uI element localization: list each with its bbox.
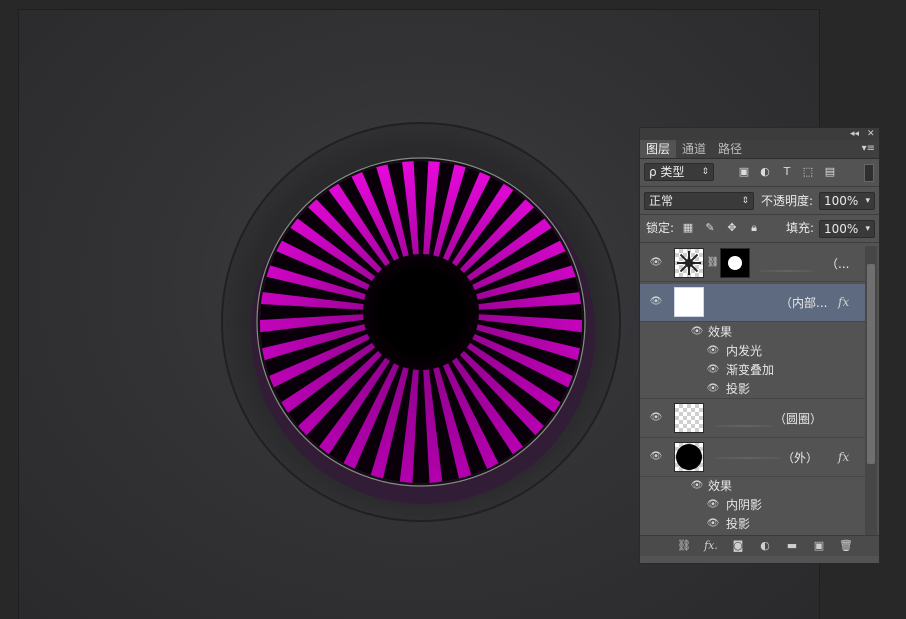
layer-name[interactable]: （圆圈） [774, 411, 822, 427]
double-chevron-left-icon[interactable]: ◂◂ [850, 128, 859, 140]
layer-name[interactable]: （内部... [780, 295, 827, 311]
scrollbar-thumb[interactable] [867, 264, 875, 464]
add-mask-icon[interactable]: ◙ [730, 538, 746, 554]
filter-label: ρ 类型 [649, 165, 685, 179]
link-layers-icon[interactable]: ⛓ [676, 538, 692, 554]
effect-inner-shadow[interactable]: 内阴影 [726, 497, 762, 513]
delete-layer-icon[interactable]: 🗑︎ [838, 538, 854, 554]
visibility-eye-icon[interactable]: 👁︎ [649, 452, 663, 462]
layer-row-outer[interactable]: 👁︎ （外） fx [640, 439, 865, 477]
visibility-eye-icon[interactable]: 👁︎ [649, 297, 663, 307]
layer-name[interactable]: （... [826, 256, 849, 272]
visibility-eye-icon[interactable]: 👁︎ [690, 481, 704, 491]
layer-thumbnail [674, 403, 704, 433]
visibility-eye-icon[interactable]: 👁︎ [706, 346, 720, 356]
layer-thumbnail [674, 442, 704, 472]
document-canvas[interactable]: ◂◂ ✕ 图层 通道 路径 ▾≡ ρ 类型 ⇕ ▣ ◐ T ⬚ ▤ 正常 ⇕ 不… [0, 0, 906, 619]
effect-gradient-overlay[interactable]: 渐变叠加 [726, 362, 774, 378]
fx-icon[interactable]: fx [838, 450, 849, 464]
lock-transparency-icon[interactable]: ▦ [681, 221, 695, 235]
visibility-eye-icon[interactable]: 👁︎ [649, 413, 663, 423]
effects-title: 效果 [708, 479, 733, 493]
updown-arrow-icon: ⇕ [741, 196, 749, 206]
panel-bottom-toolbar: ⛓ fx. ◙ ◐ ▬ ▣ 🗑︎ [640, 535, 879, 556]
layer-row-circle[interactable]: 👁︎ （圆圈） [640, 400, 865, 438]
layer-mask-thumbnail[interactable] [720, 248, 750, 278]
fill-field[interactable]: 100% ▾ [819, 220, 875, 238]
panel-menu-icon[interactable]: ▾≡ [862, 143, 875, 154]
lock-label: 锁定: [646, 221, 675, 235]
link-icon[interactable]: ⛓ [706, 256, 720, 270]
lock-all-icon[interactable]: 🔒︎ [747, 221, 761, 235]
layer-name[interactable]: （外） [782, 450, 818, 466]
new-adjustment-icon[interactable]: ◐ [757, 538, 773, 554]
adjustment-filter-icon[interactable]: ◐ [758, 165, 772, 179]
effect-drop-shadow[interactable]: 投影 [726, 516, 750, 532]
visibility-eye-icon[interactable]: 👁︎ [706, 384, 720, 394]
layer-filter-select[interactable]: ρ 类型 ⇕ [644, 163, 714, 181]
blend-mode-value: 正常 [649, 194, 674, 208]
layer-thumbnail [674, 248, 704, 278]
chevron-down-icon[interactable]: ▾ [865, 193, 870, 209]
fill-label: 填充: [786, 221, 815, 235]
add-style-fx-icon[interactable]: fx. [703, 538, 719, 554]
effect-drop-shadow[interactable]: 投影 [726, 381, 750, 397]
visibility-eye-icon[interactable]: 👁︎ [690, 327, 704, 337]
visibility-eye-icon[interactable]: 👁︎ [706, 365, 720, 375]
close-icon[interactable]: ✕ [867, 128, 875, 140]
updown-arrow-icon: ⇕ [701, 167, 709, 177]
effect-inner-glow[interactable]: 内发光 [726, 343, 762, 359]
visibility-eye-icon[interactable]: 👁︎ [649, 258, 663, 268]
layers-scrollbar[interactable] [865, 246, 877, 536]
opacity-value: 100% [824, 194, 859, 208]
panel-titlebar: ◂◂ ✕ [640, 128, 879, 140]
lock-move-icon[interactable]: ✥ [725, 221, 739, 235]
visibility-eye-icon[interactable]: 👁︎ [706, 519, 720, 529]
opacity-label: 不透明度: [761, 194, 814, 208]
text-filter-icon[interactable]: T [780, 165, 794, 179]
effects-title: 效果 [708, 325, 733, 339]
layer-row-masked[interactable]: 👁︎ ⛓ （... [640, 245, 865, 282]
shape-filter-icon[interactable]: ⬚ [801, 165, 815, 179]
lock-brush-icon[interactable]: ✎ [703, 221, 717, 235]
new-group-icon[interactable]: ▬ [784, 538, 800, 554]
visibility-eye-icon[interactable]: 👁︎ [706, 500, 720, 510]
layer-row-inner[interactable]: 👁︎ （内部... fx [640, 284, 865, 322]
filter-toggle-icon[interactable] [864, 164, 874, 182]
opacity-field[interactable]: 100% ▾ [819, 192, 875, 210]
chevron-down-icon[interactable]: ▾ [865, 221, 870, 237]
center-hole [363, 254, 479, 370]
tab-channels[interactable]: 通道 [676, 140, 712, 158]
tab-paths[interactable]: 路径 [712, 140, 748, 158]
image-filter-icon[interactable]: ▣ [737, 165, 751, 179]
smart-object-filter-icon[interactable]: ▤ [823, 165, 837, 179]
panel-tabs: 图层 通道 路径 ▾≡ [640, 140, 879, 159]
fx-icon[interactable]: fx [838, 295, 849, 309]
new-layer-icon[interactable]: ▣ [811, 538, 827, 554]
blend-mode-select[interactable]: 正常 ⇕ [644, 192, 754, 210]
layers-panel: ◂◂ ✕ 图层 通道 路径 ▾≡ ρ 类型 ⇕ ▣ ◐ T ⬚ ▤ 正常 ⇕ 不… [639, 127, 880, 564]
fill-value: 100% [824, 222, 859, 236]
tab-layers[interactable]: 图层 [640, 140, 677, 158]
layer-thumbnail [674, 287, 704, 317]
